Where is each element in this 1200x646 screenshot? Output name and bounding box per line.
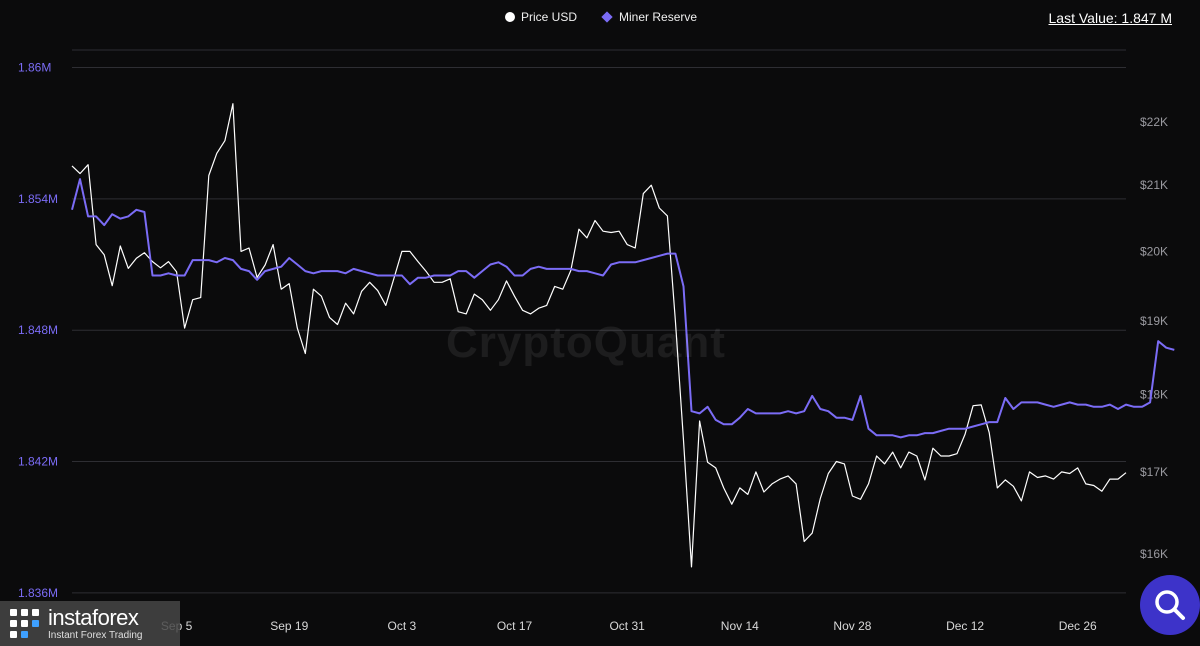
x-tick-label: Sep 19 <box>270 619 308 633</box>
y-left-tick-label: 1.848M <box>18 323 58 337</box>
y-left-tick-label: 1.836M <box>18 586 58 600</box>
legend-item-price[interactable]: Price USD <box>505 10 577 24</box>
brand-name: instaforex <box>48 604 139 630</box>
x-tick-label: Dec 26 <box>1059 619 1097 633</box>
watermark: CryptoQuant <box>446 318 726 367</box>
legend-reserve-label: Miner Reserve <box>619 10 698 24</box>
x-tick-label: Oct 31 <box>609 619 645 633</box>
y-right-tick-label: $18K <box>1140 387 1168 401</box>
y-left-tick-label: 1.86M <box>18 61 51 75</box>
legend-price-label: Price USD <box>521 10 578 24</box>
series-line-miner-reserve <box>71 178 1175 439</box>
chart-legend: Price USD Miner Reserve <box>505 10 697 24</box>
instaforex-logo-icon <box>10 608 39 638</box>
y-left-tick-label: 1.842M <box>18 455 58 469</box>
price-marker-icon <box>505 12 515 22</box>
x-tick-label: Oct 3 <box>388 619 417 633</box>
y-left-tick-label: 1.854M <box>18 192 58 206</box>
y-right-tick-label: $22K <box>1140 115 1168 129</box>
last-value-link[interactable]: Last Value: 1.847 M <box>1049 10 1172 26</box>
y-right-tick-label: $21K <box>1140 178 1168 192</box>
search-icon <box>1155 590 1185 620</box>
y-right-tick-label: $16K <box>1140 547 1168 561</box>
legend-item-miner-reserve[interactable]: Miner Reserve <box>601 10 698 24</box>
x-tick-label: Nov 14 <box>721 619 759 633</box>
x-tick-label: Nov 28 <box>833 619 871 633</box>
search-button[interactable] <box>1140 575 1200 635</box>
y-right-tick-label: $17K <box>1140 465 1168 479</box>
x-tick-label: Dec 12 <box>946 619 984 633</box>
y-right-tick-label: $19K <box>1140 314 1168 328</box>
diamond-marker-icon <box>601 11 613 23</box>
brand-banner: instaforex Instant Forex Trading <box>0 601 180 646</box>
x-tick-label: Oct 17 <box>497 619 533 633</box>
brand-tagline: Instant Forex Trading <box>48 629 143 641</box>
y-right-tick-label: $20K <box>1140 244 1168 258</box>
